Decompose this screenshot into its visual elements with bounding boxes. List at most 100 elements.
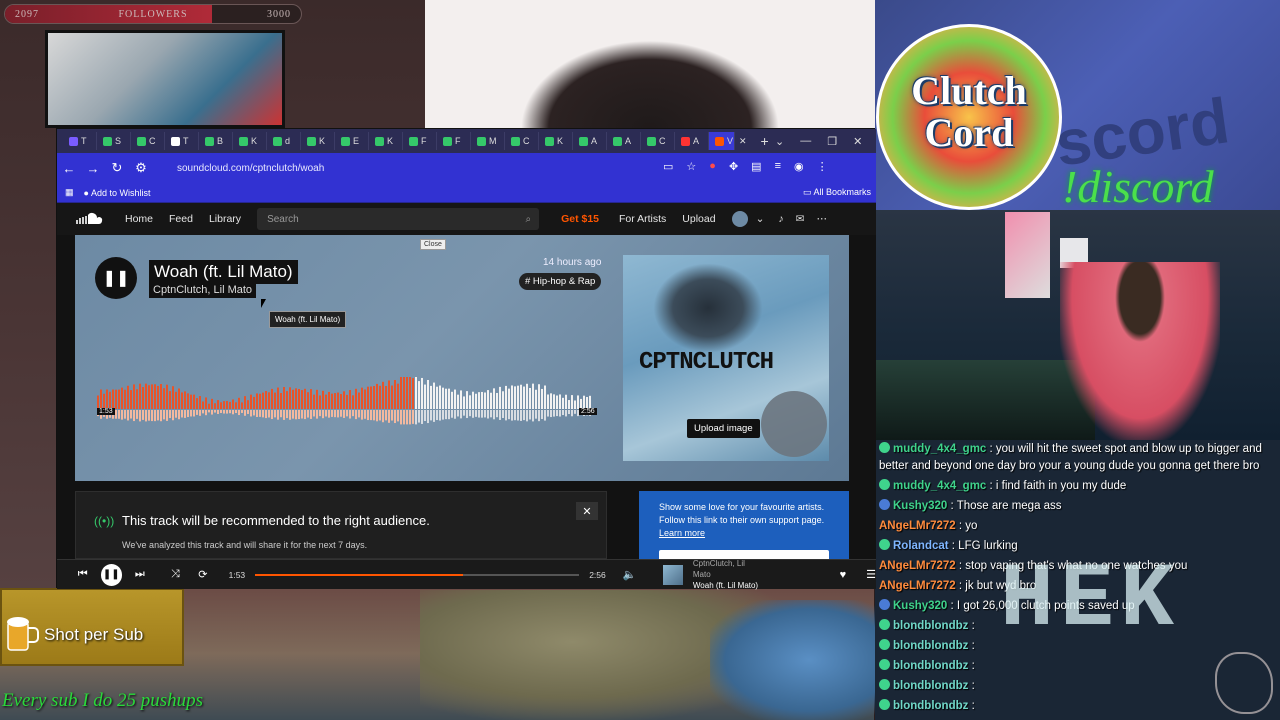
- site-info-icon[interactable]: ⚙: [129, 160, 153, 176]
- browser-tab[interactable]: A: [675, 132, 709, 150]
- close-button[interactable]: ✕: [576, 502, 598, 520]
- side-panel-icon[interactable]: ▤: [751, 160, 761, 173]
- minimize-icon[interactable]: —: [800, 135, 811, 147]
- forward-icon[interactable]: →: [81, 161, 105, 176]
- waveform-bar: [445, 388, 447, 409]
- track-artist[interactable]: CptnClutch, Lil Mato: [149, 282, 257, 298]
- browser-tab[interactable]: V: [709, 132, 735, 150]
- browser-tab[interactable]: M: [471, 132, 505, 150]
- heart-icon[interactable]: ♥: [840, 569, 847, 581]
- genre-tag[interactable]: # Hip-hop & Rap: [519, 273, 602, 290]
- browser-tab[interactable]: C: [131, 132, 165, 150]
- chevron-down-icon[interactable]: ⌄: [756, 213, 765, 225]
- upload-image-button[interactable]: Upload image: [687, 419, 760, 438]
- waveform-bar: [139, 383, 141, 409]
- chat-username[interactable]: Kushy320: [893, 600, 947, 612]
- browser-tab[interactable]: d: [267, 132, 301, 150]
- browser-tab[interactable]: A: [573, 132, 607, 150]
- extensions-icon[interactable]: ✥: [729, 160, 738, 173]
- browser-tab[interactable]: F: [403, 132, 437, 150]
- close-icon[interactable]: ✕: [853, 135, 862, 148]
- player-pause-button[interactable]: ❚❚: [100, 563, 123, 586]
- now-playing-artist[interactable]: CptnClutch, Lil Mato: [693, 558, 764, 580]
- browser-tab[interactable]: F: [437, 132, 471, 150]
- chat-username[interactable]: ANgeLMr7272: [879, 580, 956, 592]
- soundcloud-logo-icon[interactable]: [75, 212, 105, 226]
- waveform-bar: [328, 391, 330, 409]
- player-progress[interactable]: [255, 573, 580, 576]
- more-icon[interactable]: ⋯: [816, 213, 827, 225]
- star-icon[interactable]: ☆: [686, 160, 696, 173]
- bell-icon[interactable]: ♪: [778, 213, 783, 225]
- profile-icon[interactable]: ◉: [794, 160, 804, 173]
- mail-icon[interactable]: ✉: [796, 213, 805, 225]
- extension-red-icon[interactable]: ●: [709, 160, 716, 173]
- browser-tab[interactable]: A: [607, 132, 641, 150]
- waveform-reflection-bar: [190, 410, 192, 417]
- now-playing-title[interactable]: Woah (ft. Lil Mato): [693, 580, 764, 591]
- chat-username[interactable]: blondblondbz: [893, 700, 968, 712]
- back-icon[interactable]: ←: [57, 161, 81, 176]
- reload-icon[interactable]: ↻: [105, 160, 129, 176]
- shuffle-icon[interactable]: ⤨: [162, 568, 190, 581]
- nav-library[interactable]: Library: [209, 213, 241, 225]
- chat-username[interactable]: muddy_4x4_gmc: [893, 480, 986, 492]
- browser-tab[interactable]: K: [233, 132, 267, 150]
- browser-tab[interactable]: S: [97, 132, 131, 150]
- waveform-reflection-bar: [355, 410, 357, 420]
- menu-icon[interactable]: ⋮: [817, 160, 828, 173]
- chat-username[interactable]: ANgeLMr7272: [879, 560, 956, 572]
- chat-username[interactable]: ANgeLMr7272: [879, 520, 956, 532]
- queue-icon[interactable]: ☰: [866, 568, 876, 581]
- previous-icon[interactable]: ⏮: [69, 568, 97, 581]
- waveform-reflection-bar: [160, 410, 162, 422]
- apps-icon[interactable]: ▦: [65, 187, 74, 198]
- pause-button[interactable]: ❚❚: [95, 257, 137, 299]
- volume-icon[interactable]: 🔈: [616, 568, 644, 581]
- browser-tab[interactable]: K: [301, 132, 335, 150]
- chat-username[interactable]: blondblondbz: [893, 660, 968, 672]
- restore-icon[interactable]: ❐: [827, 135, 837, 148]
- chat-username[interactable]: Kushy320: [893, 500, 947, 512]
- bookmark-wishlist[interactable]: ● Add to Wishlist: [84, 188, 151, 198]
- search-icon[interactable]: ⌕: [525, 214, 531, 225]
- chat-username[interactable]: Rolandcat: [893, 540, 949, 552]
- chat-username[interactable]: muddy_4x4_gmc: [893, 443, 986, 455]
- for-artists-link[interactable]: For Artists: [619, 213, 666, 225]
- browser-tab[interactable]: K: [369, 132, 403, 150]
- chat-username[interactable]: blondblondbz: [893, 620, 968, 632]
- chat-username[interactable]: blondblondbz: [893, 680, 968, 692]
- browser-tab[interactable]: T: [63, 132, 97, 150]
- learn-more-link[interactable]: Learn more: [659, 528, 705, 538]
- waveform-bar: [193, 394, 195, 409]
- tab-favicon-icon: [511, 136, 520, 146]
- nav-feed[interactable]: Feed: [169, 213, 193, 225]
- track-title: Woah (ft. Lil Mato): [149, 260, 298, 284]
- browser-tab[interactable]: K: [539, 132, 573, 150]
- browser-tab[interactable]: B: [199, 132, 233, 150]
- url-field[interactable]: soundcloud.com/cptnclutch/woah: [177, 163, 324, 174]
- upload-link[interactable]: Upload: [682, 213, 715, 225]
- next-icon[interactable]: ⏭: [126, 568, 154, 581]
- browser-tab[interactable]: C: [641, 132, 675, 150]
- browser-tab[interactable]: C: [505, 132, 539, 150]
- nav-home[interactable]: Home: [125, 213, 153, 225]
- now-playing-artwork[interactable]: [663, 564, 683, 585]
- chevron-down-icon[interactable]: ⌄: [775, 135, 784, 148]
- reading-icon[interactable]: ≡: [775, 160, 781, 173]
- tab-close-icon[interactable]: ✕: [739, 136, 747, 147]
- avatar[interactable]: [731, 211, 748, 227]
- waveform-reflection-bar: [571, 410, 573, 417]
- browser-tab[interactable]: T: [165, 132, 199, 150]
- all-bookmarks[interactable]: ▭ All Bookmarks: [803, 187, 871, 198]
- waveform-reflection-bar: [196, 410, 198, 415]
- browser-tab[interactable]: E: [335, 132, 369, 150]
- waveform-bar: [172, 386, 174, 409]
- cast-icon[interactable]: ▭: [663, 160, 673, 173]
- get-plan-link[interactable]: Get $15: [561, 213, 599, 225]
- new-tab-button[interactable]: +: [755, 133, 775, 149]
- search-input[interactable]: Search ⌕: [257, 208, 540, 230]
- repeat-icon[interactable]: ⟳: [189, 568, 217, 581]
- waveform[interactable]: [97, 375, 597, 435]
- chat-username[interactable]: blondblondbz: [893, 640, 968, 652]
